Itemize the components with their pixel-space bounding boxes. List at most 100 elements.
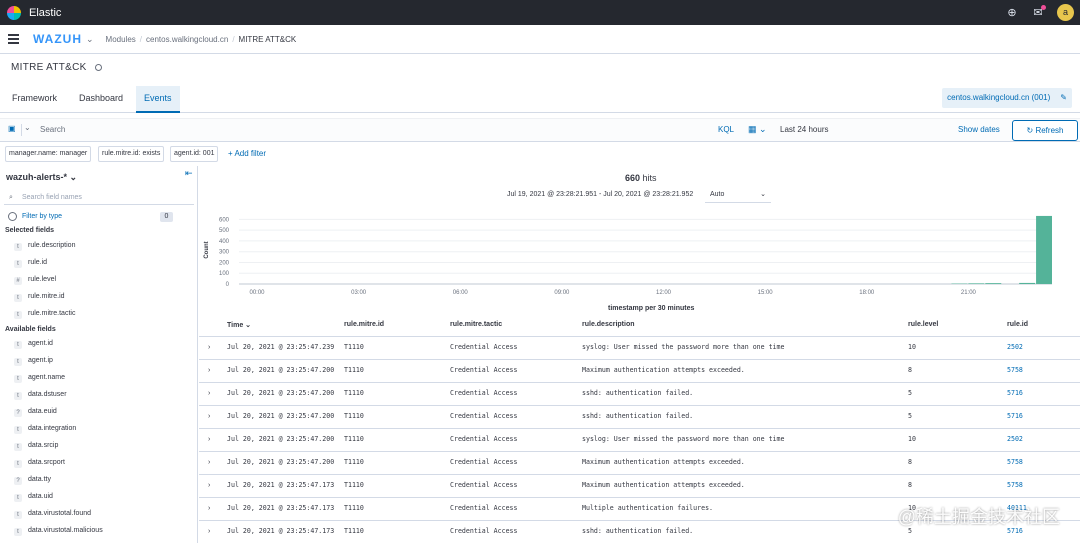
field-type-icon: t — [14, 494, 22, 502]
table-cell: Jul 20, 2021 @ 23:25:47.173 — [227, 527, 335, 535]
table-cell: Jul 20, 2021 @ 23:25:47.200 — [227, 412, 335, 420]
x-tick-label: 12:00 — [656, 290, 672, 296]
table-row[interactable]: › Jul 20, 2021 @ 23:25:47.200 T1110 Credent… — [199, 428, 1080, 451]
kql-toggle[interactable]: KQL — [718, 125, 734, 134]
expand-row-icon[interactable]: › — [208, 367, 210, 374]
expand-row-icon[interactable]: › — [208, 344, 210, 351]
table-row[interactable]: › Jul 20, 2021 @ 23:25:47.200 T1110 Credent… — [199, 451, 1080, 474]
collapse-sidebar-icon[interactable]: ⇤ — [185, 168, 193, 179]
filter-pill-manager[interactable]: manager.name: manager — [5, 146, 92, 162]
elastic-logo-icon[interactable] — [7, 5, 21, 20]
saved-query-icon[interactable]: ▣ — [8, 124, 22, 136]
table-row[interactable]: › Jul 20, 2021 @ 23:25:47.200 T1110 Credent… — [199, 359, 1080, 382]
table-cell[interactable]: 5716 — [1007, 389, 1023, 397]
breadcrumb-modules[interactable]: Modules — [106, 35, 136, 44]
table-cell[interactable]: 2502 — [1007, 435, 1023, 443]
filter-by-type[interactable]: Filter by type 0 — [8, 212, 174, 224]
expand-row-icon[interactable]: › — [208, 528, 210, 535]
menu-icon[interactable] — [8, 32, 19, 46]
hits-counter: 660 hits — [625, 173, 657, 183]
avatar[interactable]: a — [1057, 4, 1074, 21]
expand-row-icon[interactable]: › — [208, 436, 210, 443]
table-cell[interactable]: 2502 — [1007, 343, 1023, 351]
agent-selector[interactable]: centos.walkingcloud.cn (001) ✎ — [942, 88, 1072, 108]
wazuh-logo[interactable]: WAZUH — [33, 32, 82, 46]
help-icon[interactable]: ⊕ — [1005, 6, 1019, 20]
expand-row-icon[interactable]: › — [208, 413, 210, 420]
breadcrumb-current: MITRE ATT&CK — [238, 34, 297, 44]
field-type-icon: ? — [14, 477, 22, 485]
pin-icon[interactable]: ✎ — [1060, 88, 1067, 108]
table-row[interactable]: › Jul 20, 2021 @ 23:25:47.200 T1110 Credent… — [199, 382, 1080, 405]
time-range[interactable]: Last 24 hours — [780, 125, 828, 134]
filter-pill-agent[interactable]: agent.id: 001 — [170, 146, 219, 162]
table-row[interactable]: › Jul 20, 2021 @ 23:25:47.239 T1110 Credent… — [199, 336, 1080, 359]
field-type-icon: t — [14, 375, 22, 383]
calendar-icon[interactable]: ▦ ⌄ — [748, 124, 767, 135]
expand-row-icon[interactable]: › — [208, 459, 210, 466]
field-type-icon: t — [14, 528, 22, 536]
tab-dashboard[interactable]: Dashboard — [79, 86, 123, 113]
x-tick-label: 03:00 — [351, 290, 367, 296]
table-cell: T1110 — [344, 366, 364, 374]
notification-dot — [1041, 4, 1046, 10]
interval-select[interactable]: Auto ⌄ — [705, 188, 771, 203]
table-cell: T1110 — [344, 481, 364, 489]
tab-framework[interactable]: Framework — [12, 86, 57, 113]
x-axis-title: timestamp per 30 minutes — [608, 305, 695, 312]
show-dates-link[interactable]: Show dates — [958, 125, 1000, 134]
y-tick-label: 500 — [219, 228, 230, 234]
expand-row-icon[interactable]: › — [208, 505, 210, 512]
refresh-button[interactable]: ↻ Refresh — [1012, 120, 1078, 141]
column-header-time[interactable]: Time ⌄ — [227, 321, 251, 329]
filter-icon — [8, 212, 17, 221]
table-cell[interactable]: 5758 — [1007, 366, 1023, 374]
table-cell: Jul 20, 2021 @ 23:25:47.173 — [227, 504, 335, 512]
y-tick-label: 0 — [226, 282, 230, 288]
field-name: rule.mitre.tactic — [28, 310, 76, 317]
expand-row-icon[interactable]: › — [208, 482, 210, 489]
table-cell: syslog: User missed the password more th… — [582, 343, 785, 351]
y-tick-label: 600 — [219, 217, 230, 223]
table-cell: Credential Access — [450, 366, 518, 374]
search-input[interactable]: Search — [40, 125, 65, 134]
expand-row-icon[interactable]: › — [208, 390, 210, 397]
newsfeed-icon[interactable]: ✉ — [1031, 4, 1046, 20]
breadcrumb-agent[interactable]: centos.walkingcloud.cn — [146, 35, 228, 44]
field-search-input[interactable]: ⌕ Search field names — [4, 191, 194, 205]
field-name: data.srcip — [28, 442, 59, 449]
column-header-mitre-id[interactable]: rule.mitre.id — [344, 321, 384, 328]
column-header-level[interactable]: rule.level — [908, 321, 938, 328]
chevron-down-icon[interactable]: ⌄ — [24, 123, 31, 132]
field-name: agent.id — [28, 340, 53, 347]
filter-pill-mitre[interactable]: rule.mitre.id: exists — [98, 146, 165, 162]
table-cell: Credential Access — [450, 481, 518, 489]
selected-fields-header: Selected fields — [5, 227, 55, 234]
table-cell[interactable]: 5758 — [1007, 458, 1023, 466]
index-pattern-selector[interactable]: wazuh-alerts-* ⌄ — [6, 172, 77, 183]
table-row[interactable]: › Jul 20, 2021 @ 23:25:47.200 T1110 Credent… — [199, 405, 1080, 428]
add-filter-button[interactable]: + Add filter — [228, 149, 266, 158]
tab-events[interactable]: Events — [136, 86, 180, 113]
table-cell[interactable]: 5758 — [1007, 481, 1023, 489]
info-icon[interactable] — [94, 64, 102, 71]
y-tick-label: 300 — [219, 250, 230, 256]
sort-icon[interactable]: ⌄ — [245, 322, 251, 329]
column-header-rule-id[interactable]: rule.id — [1007, 321, 1028, 328]
table-cell[interactable]: 5716 — [1007, 412, 1023, 420]
table-cell: T1110 — [344, 343, 364, 351]
column-header-description[interactable]: rule.description — [582, 321, 635, 328]
table-cell: Credential Access — [450, 389, 518, 397]
field-name: data.integration — [28, 425, 77, 432]
x-tick-label: 18:00 — [859, 290, 875, 296]
table-cell: Credential Access — [450, 343, 518, 351]
x-tick-label: 21:00 — [961, 290, 977, 296]
table-cell: 10 — [908, 435, 916, 443]
histogram-bar — [1036, 215, 1052, 284]
column-header-mitre-tactic[interactable]: rule.mitre.tactic — [450, 321, 502, 328]
table-cell: 5 — [908, 389, 912, 397]
chevron-down-icon[interactable]: ⌄ — [86, 34, 94, 45]
table-row[interactable]: › Jul 20, 2021 @ 23:25:47.173 T1110 Credent… — [199, 474, 1080, 497]
table-cell: Jul 20, 2021 @ 23:25:47.239 — [227, 343, 335, 351]
table-header: Time ⌄ rule.mitre.id rule.mitre.tactic r… — [199, 321, 1080, 336]
